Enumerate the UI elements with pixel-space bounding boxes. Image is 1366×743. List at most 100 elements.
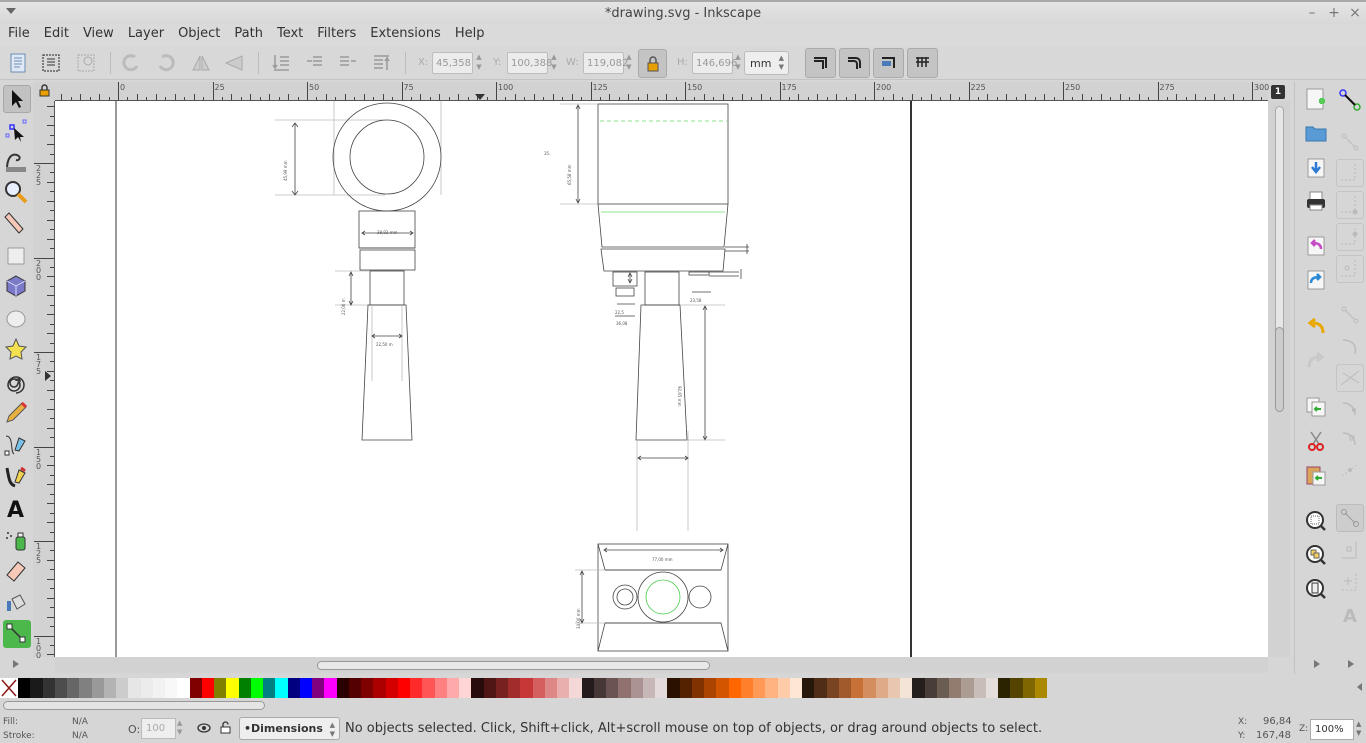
color-swatch[interactable] <box>152 678 165 698</box>
snap-paths-icon[interactable] <box>1338 335 1362 359</box>
snap-bbox-corner-button[interactable] <box>1336 191 1364 219</box>
color-swatch[interactable] <box>998 678 1011 698</box>
color-swatch[interactable] <box>716 678 729 698</box>
redo-icon[interactable] <box>1305 349 1327 371</box>
vertical-ruler[interactable]: 225 200 175 150 125 100 <box>33 101 55 659</box>
color-swatch[interactable] <box>483 678 496 698</box>
fill-value[interactable]: N/A <box>72 717 88 727</box>
commands-overflow-icon[interactable] <box>1314 660 1320 668</box>
color-swatch[interactable] <box>985 678 998 698</box>
color-swatch[interactable] <box>557 678 570 698</box>
snap-nodes-icon[interactable] <box>1338 303 1362 327</box>
drawing-canvas[interactable]: 45,99 mm 38,92 mm 22,50 m 22,00 m 65,58 … <box>55 101 1268 657</box>
zoom-drawing-icon[interactable] <box>1305 544 1327 566</box>
raise-icon[interactable] <box>337 52 359 74</box>
rotate-cw-icon[interactable] <box>155 52 177 74</box>
flip-vertical-icon[interactable] <box>223 52 245 74</box>
height-spinner[interactable]: ▲ ▼ <box>733 52 743 74</box>
color-swatch[interactable] <box>936 678 949 698</box>
selector-tool[interactable] <box>3 85 31 113</box>
maximize-button[interactable]: + <box>1326 5 1342 21</box>
color-swatch[interactable] <box>838 678 851 698</box>
color-swatch[interactable] <box>900 678 913 698</box>
measure-tool[interactable] <box>3 211 31 239</box>
color-swatch[interactable] <box>189 678 202 698</box>
height-input[interactable]: 146,696 <box>692 52 737 74</box>
color-swatch[interactable] <box>532 678 545 698</box>
color-swatch[interactable] <box>642 678 655 698</box>
snap-object-center-icon[interactable] <box>1338 538 1362 562</box>
color-swatch[interactable] <box>1022 678 1035 698</box>
paint-bucket-tool[interactable] <box>3 589 31 617</box>
color-swatch[interactable] <box>446 678 459 698</box>
lock-ratio-button[interactable] <box>638 49 667 78</box>
current-layer-select[interactable]: •Dimensions ▲ ▼ <box>239 717 340 740</box>
color-swatch[interactable] <box>740 678 753 698</box>
y-input[interactable]: 100,388 <box>507 52 552 74</box>
flip-horizontal-icon[interactable] <box>190 52 212 74</box>
color-swatch[interactable] <box>128 678 141 698</box>
zoom-spinner[interactable]: ▲ ▼ <box>1356 720 1361 738</box>
3d-box-tool[interactable] <box>3 273 31 301</box>
palette-scroll-thumb[interactable] <box>3 701 265 710</box>
pencil-tool[interactable] <box>3 400 31 428</box>
color-swatch[interactable] <box>826 678 839 698</box>
color-swatch[interactable] <box>214 678 227 698</box>
snap-smooth-icon[interactable] <box>1338 428 1362 452</box>
color-swatch[interactable] <box>250 678 263 698</box>
color-swatch[interactable] <box>238 678 251 698</box>
open-folder-icon[interactable] <box>1305 122 1327 144</box>
toolbox-overflow-icon[interactable] <box>13 660 19 668</box>
color-swatch[interactable] <box>569 678 582 698</box>
color-swatch[interactable] <box>777 678 790 698</box>
snap-text-baseline-icon[interactable]: A <box>1338 602 1362 626</box>
color-swatch[interactable] <box>495 678 508 698</box>
connector-tool[interactable] <box>3 620 31 648</box>
deselect-icon[interactable] <box>75 52 97 74</box>
save-download-icon[interactable] <box>1305 157 1327 179</box>
color-swatch[interactable] <box>459 678 472 698</box>
vertical-scroll-thumb[interactable] <box>1275 327 1284 412</box>
horizontal-scroll-thumb[interactable] <box>317 661 710 670</box>
menu-view[interactable]: View <box>83 24 122 46</box>
color-swatch[interactable] <box>91 678 104 698</box>
front-view-drawing[interactable] <box>275 101 442 441</box>
color-swatch[interactable] <box>287 678 300 698</box>
color-swatch[interactable] <box>814 678 827 698</box>
eraser-tool[interactable] <box>3 558 31 586</box>
snap-line-midpoint-icon[interactable] <box>1338 458 1362 482</box>
snap-bbox-midpoint-button[interactable] <box>1336 223 1364 251</box>
color-swatch[interactable] <box>275 678 288 698</box>
undo-icon[interactable] <box>1305 315 1327 337</box>
zoom-input[interactable]: 100% <box>1310 719 1354 740</box>
horizontal-ruler[interactable]: 0 25 50 75 100 125 150 175 200 225 250 275 300 <box>55 82 1269 101</box>
color-swatch[interactable] <box>618 678 631 698</box>
x-spinner[interactable]: ▲ ▼ <box>474 52 484 74</box>
palette-menu-icon[interactable] <box>1357 683 1362 691</box>
color-swatch[interactable] <box>67 678 80 698</box>
node-tool[interactable] <box>3 116 31 144</box>
close-button[interactable]: × <box>1347 5 1363 21</box>
snap-overflow-icon[interactable] <box>1348 660 1354 668</box>
y-spinner[interactable]: ▲ ▼ <box>549 52 559 74</box>
lower-icon[interactable] <box>303 52 325 74</box>
color-swatch[interactable] <box>312 678 325 698</box>
menu-edit[interactable]: Edit <box>44 24 77 46</box>
width-spinner[interactable]: ▲ ▼ <box>624 52 634 74</box>
zoom-tool[interactable] <box>3 179 31 207</box>
color-swatch[interactable] <box>949 678 962 698</box>
snap-others-button[interactable] <box>1336 504 1364 532</box>
spray-tool[interactable] <box>3 527 31 555</box>
layer-lock-icon[interactable] <box>220 721 231 734</box>
duplicate-icon[interactable] <box>1305 396 1327 418</box>
color-swatch[interactable] <box>385 678 398 698</box>
color-swatch[interactable] <box>593 678 606 698</box>
export-icon[interactable] <box>1305 269 1327 291</box>
color-swatch[interactable] <box>753 678 766 698</box>
print-icon[interactable] <box>1305 190 1327 212</box>
color-swatch[interactable] <box>410 678 423 698</box>
paste-clipboard-icon[interactable] <box>1305 464 1327 486</box>
zoom-selection-icon[interactable] <box>1305 510 1327 532</box>
menu-text[interactable]: Text <box>277 24 311 46</box>
color-swatch[interactable] <box>116 678 129 698</box>
